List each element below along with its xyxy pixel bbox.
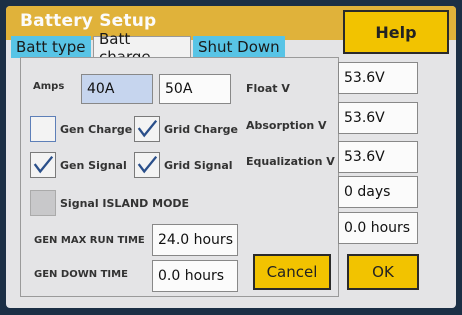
- tab-batt-type[interactable]: Batt type: [11, 36, 91, 58]
- absorption-v-label: Absorption V: [246, 119, 327, 132]
- cancel-button[interactable]: Cancel: [253, 254, 331, 290]
- gen-max-run-time-field[interactable]: 24.0 hours: [152, 224, 238, 256]
- help-button[interactable]: Help: [343, 10, 449, 54]
- amps-option-50a[interactable]: 50A: [159, 74, 231, 104]
- tab-batt-charge[interactable]: Batt charge: [93, 30, 191, 66]
- island-mode-label: Signal ISLAND MODE: [60, 197, 190, 210]
- window-title: Battery Setup: [20, 11, 157, 31]
- grid-charge-checkbox[interactable]: [134, 116, 160, 142]
- equalization-hours-field[interactable]: 0.0 hours: [338, 212, 418, 244]
- island-mode-checkbox[interactable]: [30, 190, 56, 216]
- checkmark-icon: [33, 155, 54, 174]
- gen-signal-label: Gen Signal: [60, 159, 127, 172]
- checkmark-icon: [137, 119, 158, 138]
- battery-setup-window: Battery Setup Help Batt type Batt charge…: [6, 6, 456, 308]
- gen-down-time-field[interactable]: 0.0 hours: [152, 260, 238, 292]
- equalization-days-field[interactable]: 0 days: [338, 176, 418, 208]
- equalization-v-field[interactable]: 53.6V: [338, 141, 418, 173]
- absorption-v-field[interactable]: 53.6V: [338, 102, 418, 134]
- amps-label: Amps: [33, 81, 65, 92]
- float-v-label: Float V: [246, 82, 290, 95]
- grid-charge-label: Grid Charge: [164, 123, 239, 136]
- gen-charge-label: Gen Charge: [60, 123, 133, 136]
- tab-shut-down[interactable]: Shut Down: [193, 36, 285, 58]
- grid-signal-label: Grid Signal: [164, 159, 233, 172]
- gen-signal-checkbox[interactable]: [30, 152, 56, 178]
- equalization-v-label: Equalization V: [246, 155, 335, 168]
- gen-charge-checkbox[interactable]: [30, 116, 56, 142]
- checkmark-icon: [137, 155, 158, 174]
- grid-signal-checkbox[interactable]: [134, 152, 160, 178]
- ok-button[interactable]: OK: [347, 254, 419, 290]
- float-v-field[interactable]: 53.6V: [338, 62, 418, 94]
- gen-max-run-time-label: GEN MAX RUN TIME: [34, 235, 145, 246]
- amps-option-40a[interactable]: 40A: [81, 74, 153, 104]
- gen-down-time-label: GEN DOWN TIME: [34, 269, 128, 280]
